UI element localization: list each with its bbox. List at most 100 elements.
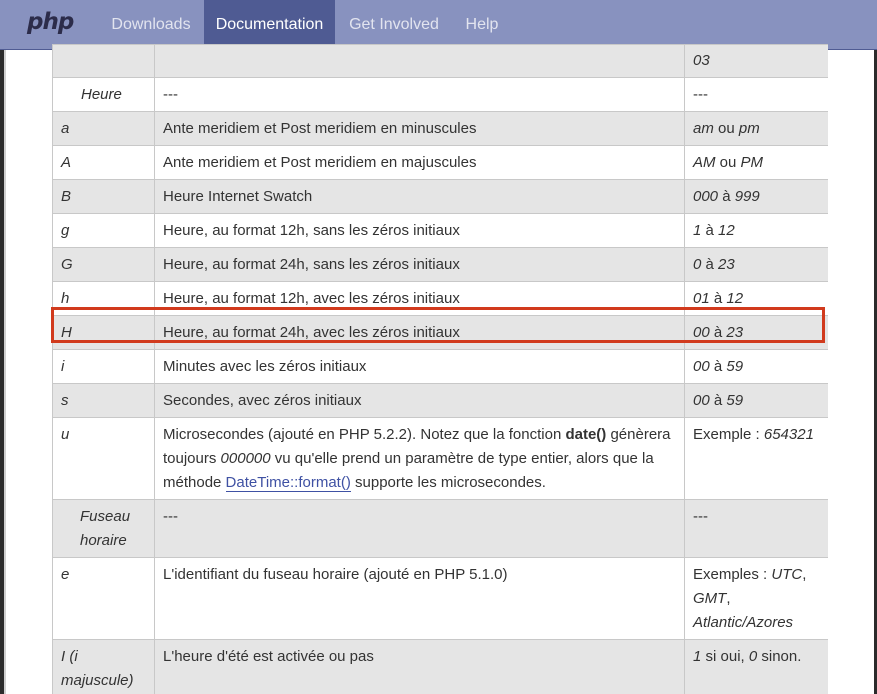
table-row: g Heure, au format 12h, sans les zéros in… (52, 213, 828, 248)
example-cell: --- (684, 77, 828, 112)
example-cell: 00 à 59 (684, 383, 828, 418)
example-text: si oui, (701, 648, 749, 665)
example-cell: 01 à 12 (684, 281, 828, 316)
example-text: 59 (726, 392, 744, 409)
description-text: supporte les microsecondes. (350, 474, 546, 491)
example-text: PM (740, 154, 764, 171)
example-cell: 1 si oui, 0 sinon. (684, 639, 828, 694)
example-text: , (802, 566, 807, 583)
description-cell: Secondes, avec zéros initiaux (154, 383, 685, 418)
description-cell: Ante meridiem et Post meridiem en minusc… (154, 111, 685, 146)
example-text: 01 (693, 290, 710, 307)
example-text: , (726, 590, 731, 607)
example-text: à (709, 324, 727, 341)
format-cell: i (52, 349, 155, 384)
example-text: Exemples : (693, 566, 772, 583)
format-cell: B (52, 179, 155, 214)
description-cell: Minutes avec les zéros initiaux (154, 349, 685, 384)
nav-documentation[interactable]: Documentation (204, 0, 335, 50)
example-text: Exemple : (693, 426, 764, 443)
example-text: 12 (718, 222, 735, 239)
example-text: à (701, 256, 719, 273)
format-cell: u (52, 417, 155, 500)
table-row: h Heure, au format 12h, avec les zéros in… (52, 281, 828, 316)
format-cell: Heure (52, 77, 155, 112)
nav-help[interactable]: Help (453, 0, 511, 50)
example-text: à (709, 392, 727, 409)
date-format-table-container: 03 Heure --- --- a Ante meridiem et Post mer… (52, 44, 828, 694)
table-row: a Ante meridiem et Post meridiem en minus… (52, 111, 828, 146)
example-text: à (709, 290, 727, 307)
example-cell: --- (684, 499, 828, 558)
format-cell: G (52, 247, 155, 282)
example-cell: 1 à 12 (684, 213, 828, 248)
function-name: date() (565, 426, 607, 443)
format-cell: A (52, 145, 155, 180)
example-text: 999 (734, 188, 760, 205)
description-cell: --- (154, 77, 685, 112)
example-text: 00 (693, 392, 710, 409)
example-text: 654321 (763, 426, 814, 443)
description-cell (154, 44, 685, 78)
example-text: 00 (693, 358, 710, 375)
description-cell: L'heure d'été est activée ou pas (154, 639, 685, 694)
format-cell: I (i majuscule) (52, 639, 155, 694)
example-text: à (701, 222, 719, 239)
date-format-table: 03 Heure --- --- a Ante meridiem et Post mer… (52, 44, 828, 694)
example-text: AM (693, 154, 716, 171)
example-text: GMT (693, 590, 727, 607)
example-text: am (693, 120, 714, 137)
description-cell: Heure, au format 12h, avec les zéros ini… (154, 281, 685, 316)
example-text: 59 (726, 358, 744, 375)
example-text: UTC (771, 566, 803, 583)
example-cell: 0 à 23 (684, 247, 828, 282)
example-cell: AM ou PM (684, 145, 828, 180)
table-section-row: Fuseau horaire --- --- (52, 499, 828, 558)
example-text: 000 (693, 188, 719, 205)
description-cell: L'identifiant du fuseau horaire (ajouté … (154, 557, 685, 640)
format-cell: g (52, 213, 155, 248)
format-cell: e (52, 557, 155, 640)
window-border-left-inner (4, 50, 6, 694)
table-row: I (i majuscule) L'heure d'été est activée… (52, 639, 828, 694)
top-navigation-bar: php Downloads Documentation Get Involved… (0, 0, 877, 50)
table-row: B Heure Internet Swatch 000 à 999 (52, 179, 828, 214)
example-cell: 00 à 59 (684, 349, 828, 384)
example-text: à (718, 188, 735, 205)
example-text: 23 (718, 256, 735, 273)
table-row: i Minutes avec les zéros initiaux 00 à 59 (52, 349, 828, 384)
example-text: Atlantic/Azores (693, 614, 794, 631)
description-cell: Microsecondes (ajouté en PHP 5.2.2). Not… (154, 417, 685, 500)
format-cell: Fuseau horaire (52, 499, 155, 558)
table-row: u Microsecondes (ajouté en PHP 5.2.2). No… (52, 417, 828, 500)
table-row: A Ante meridiem et Post meridiem en majus… (52, 145, 828, 180)
description-cell: Heure Internet Swatch (154, 179, 685, 214)
example-text: 23 (726, 324, 744, 341)
nav-get-involved[interactable]: Get Involved (335, 0, 453, 50)
php-logo[interactable]: php (27, 9, 74, 35)
table-row: G Heure, au format 24h, sans les zéros in… (52, 247, 828, 282)
description-cell: Heure, au format 24h, sans les zéros ini… (154, 247, 685, 282)
table-row-partial: 03 (52, 44, 828, 78)
table-row: e L'identifiant du fuseau horaire (ajouté… (52, 557, 828, 640)
example-cell: 00 à 23 (684, 315, 828, 350)
example-cell: Exemple : 654321 (684, 417, 828, 500)
example-cell: am ou pm (684, 111, 828, 146)
example-text: pm (738, 120, 760, 137)
table-row: H Heure, au format 24h, avec les zéros in… (52, 315, 828, 350)
description-text: Microsecondes (ajouté en PHP 5.2.2). Not… (163, 426, 566, 443)
example-text: à (709, 358, 727, 375)
example-text: 00 (693, 324, 710, 341)
description-text: 000000 (220, 450, 271, 467)
example-cell: Exemples : UTC, GMT, Atlantic/Azores (684, 557, 828, 640)
example-text: ou (715, 154, 741, 171)
description-cell: Heure, au format 24h, avec les zéros ini… (154, 315, 685, 350)
description-cell: --- (154, 499, 685, 558)
format-cell: H (52, 315, 155, 350)
example-text: 12 (726, 290, 744, 307)
table-row: s Secondes, avec zéros initiaux 00 à 59 (52, 383, 828, 418)
format-cell: h (52, 281, 155, 316)
datetime-format-link[interactable]: DateTime::format() (225, 474, 351, 492)
example-text: sinon. (757, 648, 802, 665)
nav-downloads[interactable]: Downloads (98, 0, 204, 50)
